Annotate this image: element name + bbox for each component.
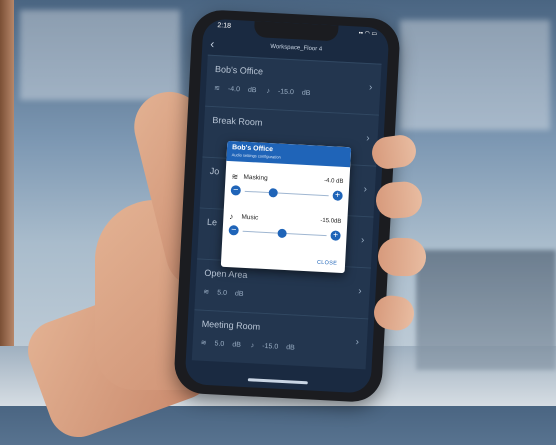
chevron-right-icon: › (368, 82, 373, 94)
music-slider-thumb[interactable] (277, 228, 288, 239)
music-note-icon: ♪ (250, 342, 255, 350)
room-masking: -4.0 (227, 85, 241, 94)
room-music-unit: dB (285, 344, 295, 352)
chevron-right-icon: › (360, 234, 365, 247)
music-control: ♪ Music -15.0dB − + (228, 212, 341, 241)
music-note-icon: ♪ (229, 212, 234, 222)
room-values: ≋ 5.0 dB (203, 288, 252, 299)
background-shelf (416, 250, 556, 370)
music-plus-button[interactable]: + (330, 230, 341, 241)
music-slider-row: − + (228, 224, 341, 243)
home-indicator[interactable] (247, 378, 308, 385)
room-name: Bob's Office (214, 64, 264, 77)
audio-settings-dialog: Bob's Office Audio settings configuratio… (220, 140, 352, 274)
page-title: Workspace_Floor 4 (270, 43, 323, 53)
masking-plus-button[interactable]: + (332, 190, 343, 201)
wave-icon: ≋ (203, 288, 210, 297)
wave-icon: ≋ (200, 339, 207, 347)
room-masking-unit: dB (234, 290, 244, 298)
masking-slider-thumb[interactable] (268, 188, 278, 198)
music-note-icon: ♪ (266, 87, 271, 95)
room-name: Break Room (212, 114, 263, 128)
room-row[interactable]: Meeting Room ≋ 5.0 dB ♪ -15.0 dB › (191, 309, 369, 370)
chevron-right-icon: › (366, 133, 370, 145)
room-name: Open Area (204, 267, 248, 281)
room-masking-unit: dB (247, 86, 257, 95)
room-masking-unit: dB (232, 341, 242, 349)
room-values: ≋ 5.0 dB ♪ -15.0 dB (201, 339, 303, 352)
background-window (20, 10, 180, 100)
chevron-right-icon: › (355, 336, 360, 348)
masking-value: -4.0 dB (323, 177, 344, 185)
masking-slider-row: − + (230, 184, 343, 203)
masking-label: Masking (243, 173, 268, 182)
room-masking: 5.0 (214, 340, 225, 348)
room-music: -15.0 (262, 342, 279, 351)
wave-icon: ≋ (231, 172, 239, 182)
phone-notch (253, 21, 339, 42)
status-time: 2:18 (217, 22, 232, 30)
masking-minus-button[interactable]: − (230, 184, 242, 196)
room-name: Meeting Room (201, 318, 261, 332)
finger (374, 180, 424, 220)
masking-control: ≋ Masking -4.0 dB − + (230, 172, 344, 201)
chevron-right-icon: › (363, 183, 368, 196)
music-value: -15.0dB (320, 217, 342, 225)
chevron-right-icon: › (357, 285, 362, 298)
masking-slider[interactable] (244, 188, 329, 198)
finger (377, 237, 427, 277)
background-window (400, 20, 550, 130)
room-music: -15.0 (277, 88, 295, 97)
room-music-unit: dB (301, 89, 311, 98)
music-minus-button[interactable]: − (228, 224, 239, 236)
room-row[interactable]: Bob's Office ≋ -4.0 dB ♪ -15.0 dB › (205, 54, 382, 115)
room-values: ≋ -4.0 dB ♪ -15.0 dB (214, 84, 319, 97)
room-name: Le (206, 216, 218, 228)
chevron-left-icon[interactable]: ‹ (210, 37, 215, 51)
room-masking: 5.0 (217, 289, 228, 297)
music-slider[interactable] (242, 228, 327, 239)
room-name: Jo (209, 165, 220, 177)
wave-icon: ≋ (213, 85, 221, 93)
status-icons: ▪▪ ◠ ▭ (358, 30, 378, 38)
music-label: Music (241, 213, 259, 222)
close-button[interactable]: CLOSE (317, 260, 337, 267)
